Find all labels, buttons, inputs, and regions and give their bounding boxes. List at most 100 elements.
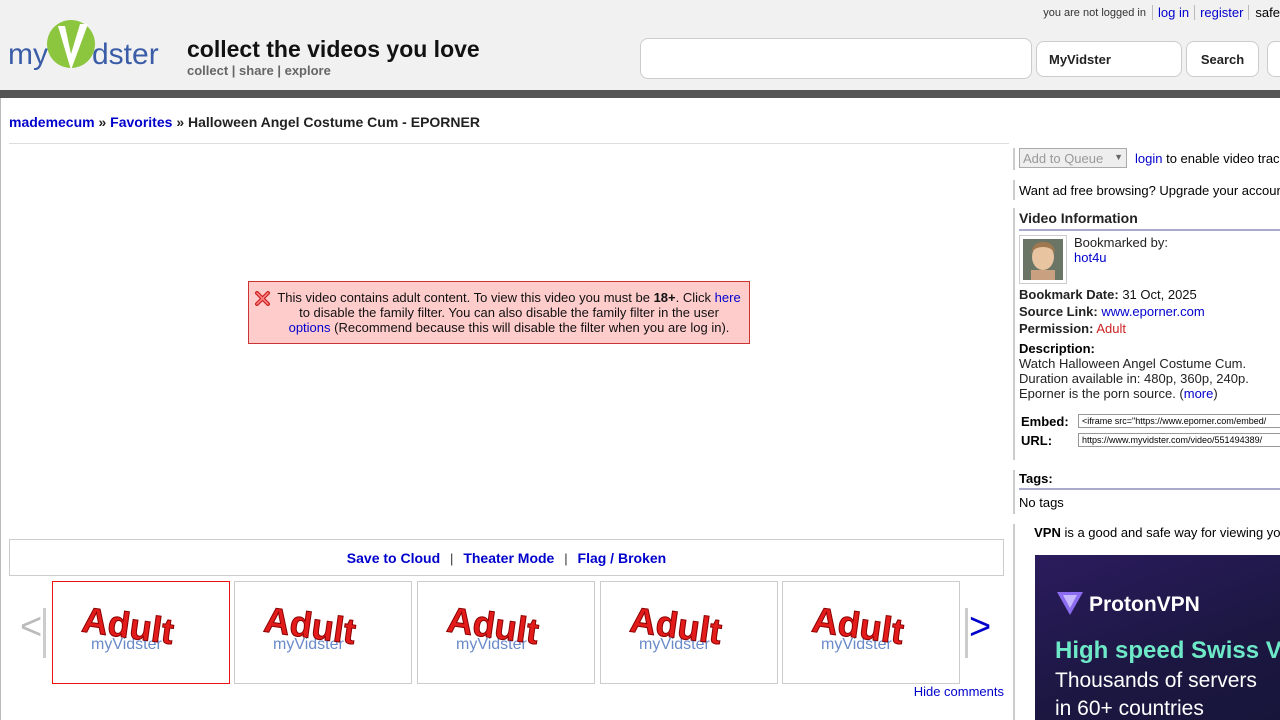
thumbnail-item[interactable]: myVidster Adult [600,581,778,684]
login-link[interactable]: log in [1151,5,1194,20]
breadcrumb-folder-link[interactable]: Favorites [110,114,172,130]
svg-text:my: my [8,38,48,71]
notice-text: (Recommend because this will disable the… [334,320,730,335]
source-link-label: Source Link: [1019,304,1098,319]
error-x-icon [255,291,270,306]
thumbnail-item[interactable]: myVidster Adult [52,581,230,684]
header-divider-bar [0,90,1280,98]
sidebar-divider [1013,470,1015,514]
source-link[interactable]: www.eporner.com [1101,304,1204,319]
protonvpn-shield-icon [1055,589,1085,620]
queue-prompt-text: to enable video tracking [1166,151,1280,166]
thumbnails-next-divider [965,608,968,658]
thumbnail-item[interactable]: myVidster Adult [417,581,595,684]
bookmarked-by-label: Bookmarked by: [1074,235,1168,250]
permission-row: Permission: Adult [1019,321,1126,336]
breadcrumb-user-link[interactable]: mademecum [9,114,95,130]
url-label: URL: [1021,433,1053,448]
notice-text: This video contains adult content. To vi… [277,290,650,305]
account-links: you are not logged in log in register sa… [1043,5,1280,20]
save-to-cloud-link[interactable]: Save to Cloud [347,550,440,566]
bookmark-date-label: Bookmark Date: [1019,287,1119,302]
adult-placeholder-image: myVidster Adult [627,598,725,653]
ad-headline: High speed Swiss VPN [1055,637,1280,664]
site-subtagline: collect | share | explore [187,63,331,78]
sidebar-login-link[interactable]: login [1135,151,1162,166]
queue-select-value: Add to Queue [1023,151,1104,166]
notice-age: 18+ [653,290,676,305]
adult-placeholder-image: myVidster Adult [809,598,907,653]
section-underline [1019,488,1280,490]
header-extra-button[interactable] [1267,41,1280,77]
thumbnails-next-arrow[interactable]: > [969,608,991,646]
action-separator: | [564,551,568,566]
permission-label: Permission: [1019,321,1094,336]
video-title: Halloween Angel Costume Cum - EPORNER [188,114,480,130]
queue-login-prompt: login to enable video tracking [1135,151,1280,166]
description-more-link[interactable]: more [1184,386,1214,401]
ad-subtext: Thousands of servers in 60+ countries [1055,667,1257,720]
vpn-recommendation: VPN is a good and safe way for viewing y… [1033,525,1280,540]
sidebar-divider [1013,524,1015,720]
disable-filter-link[interactable]: here [715,290,741,305]
ad-line: Thousands of servers [1055,669,1257,692]
breadcrumb: mademecum » Favorites » Halloween Angel … [9,114,480,130]
permission-value: Adult [1096,321,1126,336]
thumbnail-item[interactable]: myVidster Adult [234,581,412,684]
source-link-row: Source Link: www.eporner.com [1019,304,1205,319]
ad-line: in 60+ countries [1055,697,1204,720]
bookmark-date-value: 31 Oct, 2025 [1122,287,1197,302]
sidebar-divider [1013,180,1015,200]
breadcrumb-divider [9,143,1009,144]
breadcrumb-separator: » [176,114,185,130]
ad-brand: ProtonVPN [1089,593,1200,616]
safe-filter-toggle[interactable]: safe [1248,5,1280,20]
theater-mode-link[interactable]: Theater Mode [463,550,554,566]
hide-comments-link[interactable]: Hide comments [914,684,1004,699]
thumbnails-prev-arrow[interactable]: < [20,608,42,646]
embed-code-field[interactable]: <iframe src="https://www.eporner.com/emb… [1078,414,1280,428]
description-text: Watch Halloween Angel Costume Cum. Durat… [1019,356,1280,401]
notice-text: to disable the family filter. You can al… [299,305,719,320]
action-separator: | [450,551,454,566]
tags-title: Tags: [1019,471,1053,486]
add-to-queue-select[interactable]: Add to Queue ▼ [1019,148,1127,168]
site-tagline: collect the videos you love [187,36,480,62]
flag-broken-link[interactable]: Flag / Broken [578,550,667,566]
site-header: my dster collect the videos you love col… [0,0,1280,90]
video-information-title: Video Information [1019,210,1138,226]
login-status: you are not logged in [1043,6,1146,19]
sidebar-divider [1013,148,1015,170]
vpn-bold-label: VPN [1034,525,1061,540]
chevron-down-icon: ▼ [1114,152,1123,162]
search-scope-select[interactable]: MyVidster [1036,41,1182,77]
adult-placeholder-image: myVidster Adult [261,598,359,653]
svg-text:dster: dster [92,38,159,71]
adult-placeholder-image: myVidster Adult [79,598,177,653]
avatar[interactable] [1019,235,1067,284]
user-options-link[interactable]: options [289,320,331,335]
ad-free-upgrade-text: Want ad free browsing? Upgrade your acco… [1019,183,1280,198]
section-underline [1019,229,1280,231]
sidebar-divider [1013,208,1015,460]
adult-placeholder-image: myVidster Adult [444,598,542,653]
embed-label: Embed: [1021,414,1069,429]
adult-content-notice: This video contains adult content. To vi… [248,281,750,344]
thumbnail-item[interactable]: myVidster Adult [782,581,960,684]
left-frame-border [0,98,1,720]
vpn-text: is a good and safe way for viewing your … [1064,525,1280,540]
tags-value: No tags [1019,495,1064,510]
register-link[interactable]: register [1194,5,1248,20]
bookmark-date-row: Bookmark Date: 31 Oct, 2025 [1019,287,1197,302]
video-url-field[interactable]: https://www.myvidster.com/video/55149438… [1078,433,1280,447]
myvidster-logo[interactable]: my dster [8,18,160,74]
description-close: ) [1213,386,1218,401]
search-input[interactable] [640,38,1032,79]
search-button[interactable]: Search [1186,41,1259,77]
protonvpn-ad[interactable]: ProtonVPN High speed Swiss VPN Thousands… [1035,555,1280,720]
thumbnails-prev-divider [43,608,46,658]
video-action-bar: Save to Cloud | Theater Mode | Flag / Br… [9,539,1004,576]
description-label: Description: [1019,341,1095,356]
bookmarked-by-user-link[interactable]: hot4u [1074,250,1107,265]
breadcrumb-separator: » [98,114,107,130]
